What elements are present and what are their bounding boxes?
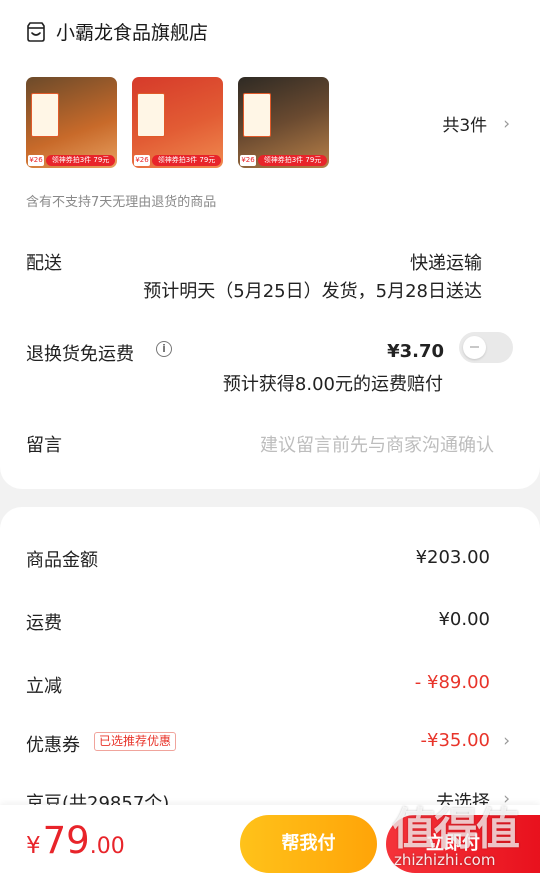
delivery-method[interactable]: 快递运输 [410, 249, 482, 275]
goods-amount-value: ¥203.00 [415, 547, 490, 568]
return-policy-notice: 含有不支持7天无理由退货的商品 [26, 195, 217, 210]
message-input[interactable]: 建议留言前先与商家沟通确认 [260, 431, 494, 457]
store-header[interactable]: 小霸龙食品旗舰店 [26, 18, 208, 45]
info-icon[interactable]: i [156, 341, 172, 357]
total-price: ¥ 79 .00 [26, 819, 125, 862]
total-decimal: .00 [89, 834, 125, 859]
product-thumbnail[interactable]: ¥26 领神券拍3件 79元 [26, 77, 117, 168]
product-sign [31, 93, 59, 137]
product-sign [137, 93, 165, 137]
product-thumbnail[interactable]: ¥26 领神券拍3件 79元 [132, 77, 223, 168]
coupon-value[interactable]: -¥35.00 [421, 730, 490, 751]
coupon-badge: 已选推荐优惠 [94, 732, 177, 751]
order-card: 小霸龙食品旗舰店 ¥26 领神券拍3件 79元 ¥26 领神券拍3件 79元 ¥… [0, 0, 540, 489]
discount-value: - ¥89.00 [414, 672, 490, 693]
currency-symbol: ¥ [26, 833, 41, 859]
store-name: 小霸龙食品旗舰店 [56, 22, 209, 44]
total-integer: 79 [42, 819, 90, 862]
product-sign [243, 93, 271, 137]
toggle-knob [463, 336, 486, 359]
chevron-right-icon: › [503, 113, 510, 134]
checkout-bar: ¥ 79 .00 帮我付 立即付 [0, 805, 540, 881]
coupon-label: 优惠券 [26, 735, 80, 756]
shipping-fee-value: ¥0.00 [438, 609, 490, 630]
discount-label: 立减 [26, 676, 62, 697]
help-me-pay-button[interactable]: 帮我付 [240, 815, 377, 873]
product-tag: 领神券拍3件 79元 [152, 155, 221, 166]
delivery-label: 配送 [26, 253, 62, 274]
item-count-link[interactable]: 共3件 › [442, 111, 510, 137]
product-thumbnails[interactable]: ¥26 领神券拍3件 79元 ¥26 领神券拍3件 79元 ¥26 领神券拍3件… [26, 77, 329, 168]
shipping-fee-label: 运费 [26, 613, 62, 634]
store-icon [27, 21, 45, 42]
return-shipping-label: 退换货免运费 [26, 344, 134, 365]
compensation-note: 预计获得8.00元的运费赔付 [222, 374, 443, 395]
pay-now-button[interactable]: 立即付 [386, 815, 540, 873]
product-price: ¥26 [28, 155, 44, 166]
product-tag: 领神券拍3件 79元 [46, 155, 115, 166]
return-shipping-toggle[interactable] [459, 332, 513, 363]
product-price: ¥26 [134, 155, 150, 166]
chevron-right-icon[interactable]: › [503, 731, 510, 751]
goods-amount-label: 商品金额 [26, 550, 98, 571]
message-label: 留言 [26, 435, 62, 456]
return-shipping-price: ¥3.70 [387, 341, 444, 362]
product-tag: 领神券拍3件 79元 [258, 155, 327, 166]
item-count: 共3件 [442, 116, 488, 136]
product-price: ¥26 [240, 155, 256, 166]
delivery-estimate: 预计明天（5月25日）发货，5月28日送达 [143, 281, 482, 302]
product-thumbnail[interactable]: ¥26 领神券拍3件 79元 [238, 77, 329, 168]
